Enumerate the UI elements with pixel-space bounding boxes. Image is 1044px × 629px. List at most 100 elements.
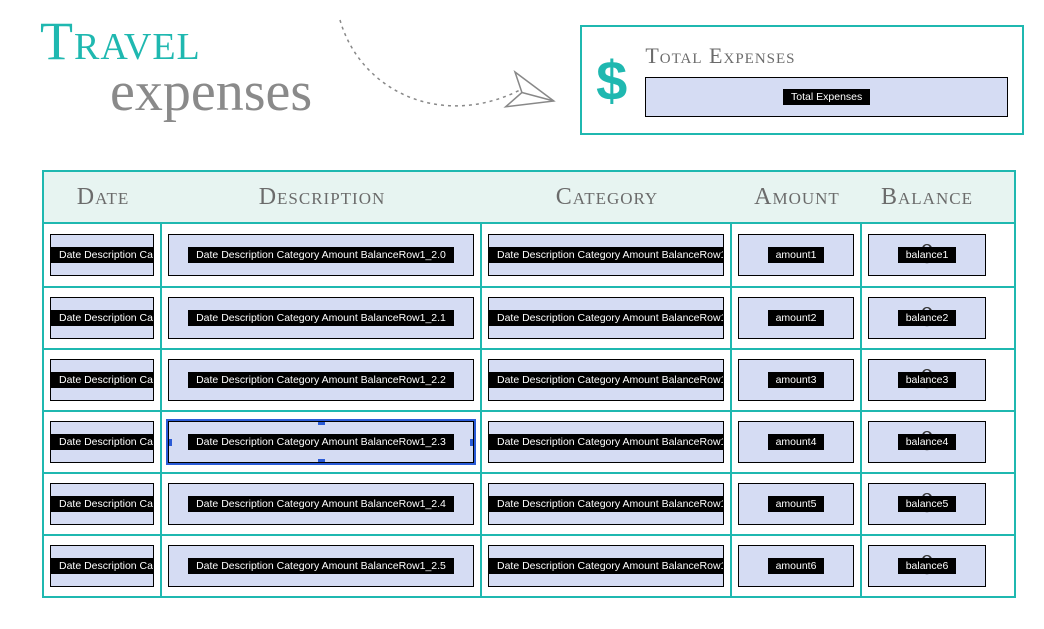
cell-description[interactable]: Date Description Category Amount Balance… [162,412,482,472]
cell-category[interactable]: Date Description Category Amount Balance… [482,350,732,410]
field-date[interactable]: Date Description Cate [50,359,154,401]
field-amount[interactable]: amount1 [738,234,854,276]
th-balance: Balance [862,184,992,211]
field-amount[interactable]: amount4 [738,421,854,463]
field-value: balance4 [898,434,957,450]
cell-category[interactable]: Date Description Category Amount Balance… [482,224,732,286]
field-description[interactable]: Date Description Category Amount Balance… [168,297,474,339]
field-category[interactable]: Date Description Category Amount Balance… [488,483,724,525]
table-row: Date Description Cate Date Description Ca… [44,534,1014,596]
table-row: Date Description Cate Date Description Ca… [44,348,1014,410]
field-balance[interactable]: balance5 [868,483,986,525]
cell-balance[interactable]: balance4 [862,412,992,472]
field-value: Date Description Category Amount Balance… [188,558,454,574]
field-date[interactable]: Date Description Cate [50,421,154,463]
field-balance[interactable]: balance3 [868,359,986,401]
field-description[interactable]: Date Description Category Amount Balance… [168,483,474,525]
total-right: Total Expenses Total Expenses [645,43,1008,117]
field-value: balance6 [898,558,957,574]
cell-balance[interactable]: balance2 [862,288,992,348]
field-date[interactable]: Date Description Cate [50,234,154,276]
field-value: Date Description Cate [51,372,153,388]
field-balance[interactable]: balance1 [868,234,986,276]
total-field[interactable]: Total Expenses [645,77,1008,117]
field-value: Date Description Category Amount Balance… [489,558,723,574]
cell-date[interactable]: Date Description Cate [44,474,162,534]
cell-category[interactable]: Date Description Category Amount Balance… [482,536,732,596]
page-title: Travel expenses [40,10,290,150]
decorative-arrow [320,10,570,130]
field-category[interactable]: Date Description Category Amount Balance… [488,297,724,339]
cell-amount[interactable]: amount2 [732,288,862,348]
table-row: Date Description Cate Date Description Ca… [44,286,1014,348]
field-description[interactable]: Date Description Category Amount Balance… [168,421,474,463]
field-category[interactable]: Date Description Category Amount Balance… [488,545,724,587]
field-value: amount1 [768,247,825,263]
field-description[interactable]: Date Description Category Amount Balance… [168,359,474,401]
cell-description[interactable]: Date Description Category Amount Balance… [162,536,482,596]
expenses-table: Date Description Category Amount Balance… [42,170,1016,598]
field-date[interactable]: Date Description Cate [50,545,154,587]
cell-amount[interactable]: amount1 [732,224,862,286]
cell-category[interactable]: Date Description Category Amount Balance… [482,288,732,348]
field-category[interactable]: Date Description Category Amount Balance… [488,421,724,463]
cell-description[interactable]: Date Description Category Amount Balance… [162,224,482,286]
table-row: Date Description Cate Date Description Ca… [44,224,1014,286]
cell-date[interactable]: Date Description Cate [44,412,162,472]
field-value: Date Description Category Amount Balance… [188,434,454,450]
cell-date[interactable]: Date Description Cate [44,350,162,410]
cell-amount[interactable]: amount4 [732,412,862,472]
field-value: Date Description Category Amount Balance… [188,247,454,263]
field-value: Date Description Category Amount Balance… [489,247,723,263]
field-date[interactable]: Date Description Cate [50,297,154,339]
field-value: Date Description Category Amount Balance… [489,434,723,450]
field-value: Date Description Category Amount Balance… [188,496,454,512]
field-value: Date Description Cate [51,247,153,263]
field-description[interactable]: Date Description Category Amount Balance… [168,234,474,276]
cell-amount[interactable]: amount6 [732,536,862,596]
field-balance[interactable]: balance4 [868,421,986,463]
table-header-row: Date Description Category Amount Balance [44,172,1014,224]
field-value: balance5 [898,496,957,512]
cell-category[interactable]: Date Description Category Amount Balance… [482,412,732,472]
field-value: balance3 [898,372,957,388]
th-description: Description [162,184,482,211]
cell-date[interactable]: Date Description Cate [44,288,162,348]
cell-amount[interactable]: amount3 [732,350,862,410]
cell-category[interactable]: Date Description Category Amount Balance… [482,474,732,534]
cell-balance[interactable]: balance1 [862,224,992,286]
cell-balance[interactable]: balance6 [862,536,992,596]
field-value: amount4 [768,434,825,450]
field-balance[interactable]: balance6 [868,545,986,587]
table-body: Date Description Cate Date Description Ca… [44,224,1014,596]
table-row: Date Description Cate Date Description Ca… [44,410,1014,472]
field-description[interactable]: Date Description Category Amount Balance… [168,545,474,587]
field-amount[interactable]: amount3 [738,359,854,401]
field-amount[interactable]: amount6 [738,545,854,587]
field-value: Date Description Category Amount Balance… [188,372,454,388]
cell-balance[interactable]: balance5 [862,474,992,534]
field-value: Date Description Category Amount Balance… [489,310,723,326]
field-value: Date Description Category Amount Balance… [188,310,454,326]
total-expenses-box: $ Total Expenses Total Expenses [580,25,1024,135]
dollar-icon: $ [596,48,627,113]
field-value: amount5 [768,496,825,512]
field-category[interactable]: Date Description Category Amount Balance… [488,234,724,276]
field-amount[interactable]: amount5 [738,483,854,525]
cell-date[interactable]: Date Description Cate [44,536,162,596]
field-value: amount2 [768,310,825,326]
field-value: amount6 [768,558,825,574]
total-label: Total Expenses [645,43,1008,69]
field-date[interactable]: Date Description Cate [50,483,154,525]
field-value: balance1 [898,247,957,263]
field-category[interactable]: Date Description Category Amount Balance… [488,359,724,401]
field-balance[interactable]: balance2 [868,297,986,339]
cell-description[interactable]: Date Description Category Amount Balance… [162,474,482,534]
field-amount[interactable]: amount2 [738,297,854,339]
cell-description[interactable]: Date Description Category Amount Balance… [162,288,482,348]
cell-description[interactable]: Date Description Category Amount Balance… [162,350,482,410]
field-value: Date Description Cate [51,434,153,450]
cell-date[interactable]: Date Description Cate [44,224,162,286]
cell-amount[interactable]: amount5 [732,474,862,534]
cell-balance[interactable]: balance3 [862,350,992,410]
